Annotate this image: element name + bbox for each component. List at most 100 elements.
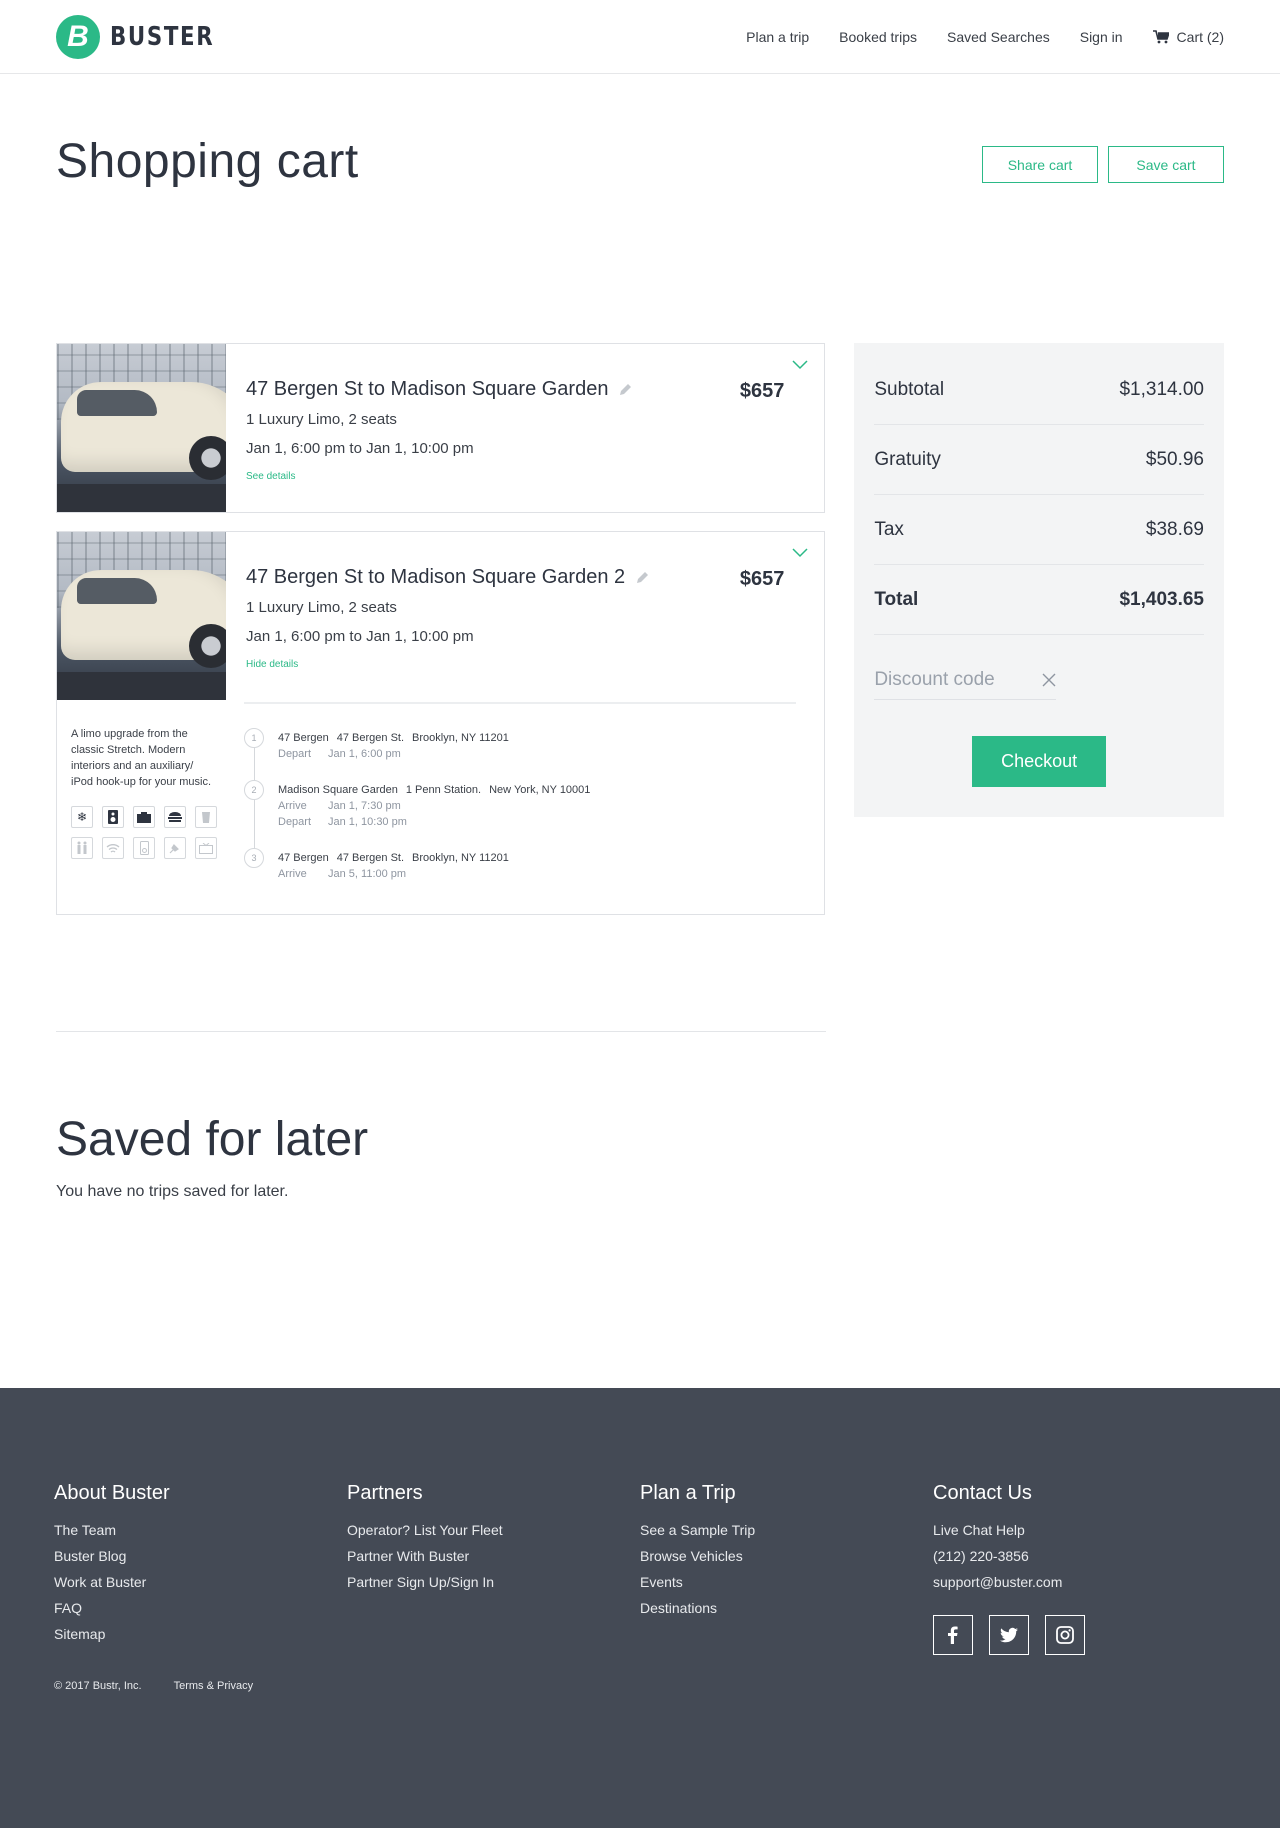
gratuity-value: $50.96 (1145, 448, 1204, 470)
footer-link[interactable]: Sitemap (54, 1621, 347, 1647)
pencil-icon[interactable] (618, 383, 632, 397)
footer-link[interactable]: Buster Blog (54, 1543, 347, 1569)
stop-city: Brooklyn, NY 11201 (412, 732, 509, 744)
facebook-icon[interactable] (933, 1615, 973, 1655)
footer-link[interactable]: Work at Buster (54, 1569, 347, 1595)
footer-link[interactable]: FAQ (54, 1595, 347, 1621)
vehicle-description: A limo upgrade from the classic Stretch.… (71, 728, 212, 788)
footer-heading: Contact Us (933, 1482, 1032, 1504)
close-icon[interactable] (1042, 673, 1056, 687)
nav-sign-in[interactable]: Sign in (1080, 29, 1123, 45)
logo[interactable]: B BUSTER (56, 14, 237, 59)
speaker-icon (102, 806, 124, 828)
footer-link[interactable]: Live Chat Help (933, 1517, 1226, 1543)
trip-price: $657 (739, 380, 785, 402)
instagram-icon[interactable] (1045, 1615, 1085, 1655)
bar-icon (164, 806, 186, 828)
share-cart-button[interactable]: Share cart (982, 146, 1098, 183)
photo-ground (57, 672, 226, 700)
trip-vehicle: 1 Luxury Limo, 2 seats (246, 599, 397, 616)
time-label: Arrive (278, 800, 307, 812)
saved-for-later: Saved for later You have no trips saved … (0, 1032, 1280, 1388)
checkout-button[interactable]: Checkout (972, 736, 1107, 787)
footer-link[interactable]: Browse Vehicles (640, 1543, 933, 1569)
trip-info: 47 Bergen St to Madison Square Garden $6… (226, 344, 824, 512)
footer-link[interactable]: (212) 220-3856 (933, 1543, 1226, 1569)
stop-name: Madison Square Garden (278, 784, 398, 796)
nav-plan-trip[interactable]: Plan a trip (746, 29, 809, 45)
stop-time: Arrive Jan 5, 11:00 pm (278, 866, 517, 882)
ipod-icon (133, 837, 155, 859)
stop-body: 47 Bergen 47 Bergen St. Brooklyn, NY 11201… (278, 848, 517, 882)
amenity-grid: ❄ (71, 806, 217, 859)
cart-icon (1152, 29, 1169, 43)
see-details-link[interactable]: See details (246, 471, 295, 482)
trip-vehicle: 1 Luxury Limo, 2 seats (246, 411, 397, 428)
nav-cart[interactable]: Cart (2) (1152, 28, 1224, 45)
vehicle-photo (57, 532, 226, 700)
stop-time: Arrive Jan 1, 7:30 pm (278, 798, 598, 814)
total-row: Total $1,403.65 (874, 565, 1204, 635)
footer-heading: About Buster (54, 1482, 170, 1504)
pencil-icon[interactable] (635, 571, 649, 585)
footer-link[interactable]: See a Sample Trip (640, 1517, 933, 1543)
footer-columns: About Buster The Team Buster Blog Work a… (54, 1482, 1226, 1655)
brand-name: BUSTER (110, 21, 215, 52)
tax-value: $38.69 (1145, 518, 1204, 540)
stop-city: Brooklyn, NY 11201 (412, 852, 509, 864)
footer-link[interactable]: support@buster.com (933, 1569, 1226, 1595)
footer-col-plan: Plan a Trip See a Sample Trip Browse Veh… (640, 1482, 933, 1655)
stop-body: Madison Square Garden 1 Penn Station. New … (278, 780, 598, 830)
cart-actions: Share cart Save cart (982, 146, 1224, 183)
gratuity-label: Gratuity (874, 448, 941, 470)
footer-link[interactable]: Partner Sign Up/Sign In (347, 1569, 640, 1595)
trip-price: $657 (739, 568, 785, 590)
stop-list: 1 47 Bergen 47 Bergen St. Brooklyn, NY 112… (244, 728, 796, 882)
photo-wheel (189, 624, 226, 668)
vehicle-photo (57, 344, 226, 512)
tv-icon (133, 806, 155, 828)
copyright: © 2017 Bustr, Inc. (54, 1680, 142, 1692)
chevron-down-icon[interactable] (792, 360, 808, 370)
stop-place: Madison Square Garden 1 Penn Station. New … (278, 782, 598, 798)
cart-label: Cart (2) (1176, 28, 1224, 45)
footer-link[interactable]: Events (640, 1569, 933, 1595)
vehicle-info: A limo upgrade from the classic Stretch.… (57, 700, 226, 900)
discount-placeholder[interactable]: Discount code (874, 669, 994, 691)
site-header: B BUSTER Plan a trip Booked trips Saved … (0, 0, 1280, 74)
trip-title: 47 Bergen St to Madison Square Garden (246, 378, 609, 400)
trip-dates: Jan 1, 6:00 pm to Jan 1, 10:00 pm (246, 628, 474, 645)
discount-field[interactable]: Discount code (874, 669, 1057, 700)
stop-place: 47 Bergen 47 Bergen St. Brooklyn, NY 11201 (278, 730, 517, 746)
nav-saved-searches[interactable]: Saved Searches (947, 29, 1050, 45)
footer-link[interactable]: The Team (54, 1517, 347, 1543)
snowflake-icon: ❄ (71, 806, 93, 828)
trip-card: 47 Bergen St to Madison Square Garden $6… (56, 343, 826, 513)
footer-legal: © 2017 Bustr, Inc. Terms & Privacy (54, 1680, 253, 1692)
gratuity-row: Gratuity $50.96 (874, 425, 1204, 495)
chevron-down-icon[interactable] (792, 548, 808, 558)
footer-link[interactable]: Operator? List Your Fleet (347, 1517, 640, 1543)
footer-col-about: About Buster The Team Buster Blog Work a… (54, 1482, 347, 1655)
footer-link[interactable]: Partner With Buster (347, 1543, 640, 1569)
twitter-icon[interactable] (989, 1615, 1029, 1655)
time-label: Depart (278, 816, 312, 828)
wifi-icon (102, 837, 124, 859)
stop-time: Depart Jan 1, 6:00 pm (278, 746, 517, 762)
terms-link[interactable]: Terms & Privacy (174, 1680, 253, 1692)
stop-time: Depart Jan 1, 10:30 pm (278, 814, 598, 830)
order-summary: Subtotal $1,314.00 Gratuity $50.96 Tax $… (854, 343, 1224, 817)
time-value: Jan 5, 11:00 pm (328, 868, 407, 880)
trip-summary: 47 Bergen St to Madison Square Garden $6… (57, 344, 824, 512)
total-label: Total (874, 588, 919, 610)
stop-number: 2 (244, 780, 264, 800)
stop-name: 47 Bergen (278, 852, 329, 864)
hide-details-link[interactable]: Hide details (246, 659, 298, 670)
nav-booked-trips[interactable]: Booked trips (839, 29, 917, 45)
save-cart-button[interactable]: Save cart (1108, 146, 1224, 183)
trip-info: 47 Bergen St to Madison Square Garden 2 … (226, 532, 824, 700)
trip-details: A limo upgrade from the classic Stretch.… (57, 700, 824, 914)
time-label: Depart (278, 748, 312, 760)
footer-link[interactable]: Destinations (640, 1595, 933, 1621)
site-footer: About Buster The Team Buster Blog Work a… (0, 1388, 1280, 1828)
